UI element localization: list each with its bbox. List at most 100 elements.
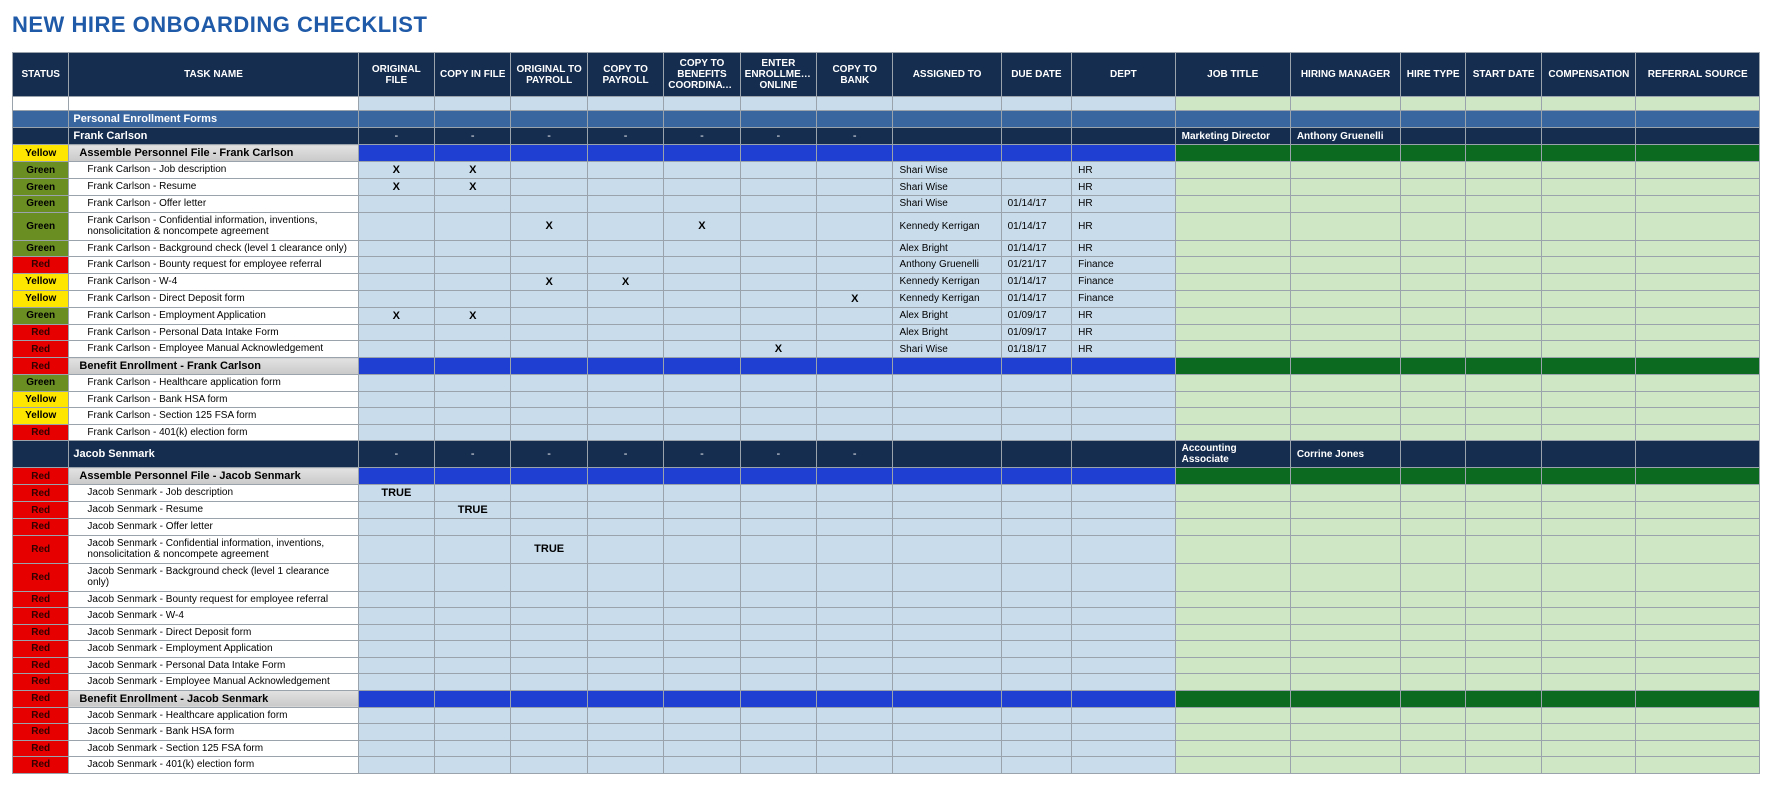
task-right[interactable] [1636, 408, 1760, 425]
group-cell[interactable] [1290, 690, 1401, 707]
group-cell[interactable] [1072, 358, 1175, 375]
task-right[interactable] [1290, 273, 1401, 290]
task-x[interactable] [740, 608, 816, 625]
task-right[interactable] [1175, 608, 1290, 625]
group-label[interactable]: Benefit Enrollment - Frank Carlson [69, 358, 358, 375]
task-right[interactable] [1290, 290, 1401, 307]
task-dept[interactable]: HR [1072, 324, 1175, 341]
task-right[interactable] [1290, 535, 1401, 563]
task-right[interactable] [1465, 162, 1541, 179]
group-status[interactable]: Yellow [13, 145, 69, 162]
task-right[interactable] [1175, 162, 1290, 179]
task-right[interactable] [1175, 257, 1290, 274]
task-assigned[interactable] [893, 424, 1001, 441]
group-cell[interactable] [1465, 145, 1541, 162]
task-x[interactable] [740, 591, 816, 608]
task-status[interactable]: Red [13, 740, 69, 757]
group-status[interactable]: Red [13, 358, 69, 375]
group-cell[interactable] [817, 468, 893, 485]
task-dept[interactable] [1072, 563, 1175, 591]
task-x[interactable] [664, 591, 740, 608]
task-dept[interactable]: HR [1072, 162, 1175, 179]
task-status[interactable]: Red [13, 502, 69, 519]
task-right[interactable] [1542, 591, 1636, 608]
task-x[interactable] [664, 485, 740, 502]
task-name[interactable]: Jacob Senmark - 401(k) election form [69, 757, 358, 774]
task-x[interactable] [435, 591, 511, 608]
group-cell[interactable] [1401, 690, 1466, 707]
group-status[interactable]: Red [13, 690, 69, 707]
task-x[interactable] [587, 591, 663, 608]
task-dept[interactable]: HR [1072, 212, 1175, 240]
task-x[interactable] [740, 657, 816, 674]
task-right[interactable] [1636, 624, 1760, 641]
task-x[interactable] [587, 563, 663, 591]
group-cell[interactable] [1001, 690, 1072, 707]
task-due[interactable] [1001, 408, 1072, 425]
task-right[interactable] [1542, 519, 1636, 536]
task-x[interactable] [587, 290, 663, 307]
task-right[interactable] [1636, 162, 1760, 179]
task-dept[interactable] [1072, 641, 1175, 658]
task-right[interactable] [1401, 257, 1466, 274]
task-x[interactable] [740, 375, 816, 392]
task-right[interactable] [1401, 502, 1466, 519]
task-x[interactable] [587, 196, 663, 213]
group-cell[interactable] [1175, 468, 1290, 485]
task-right[interactable] [1465, 273, 1541, 290]
task-status[interactable]: Green [13, 307, 69, 324]
task-x[interactable] [740, 535, 816, 563]
status-cell[interactable] [13, 111, 69, 128]
person-name[interactable]: Jacob Senmark [69, 441, 358, 468]
task-name[interactable]: Frank Carlson - Section 125 FSA form [69, 408, 358, 425]
hdr-enroll[interactable]: ENTER ENROLLMENT ONLINE [740, 53, 816, 97]
task-dept[interactable] [1072, 535, 1175, 563]
task-x[interactable] [358, 502, 434, 519]
task-right[interactable] [1175, 240, 1290, 257]
task-right[interactable] [1542, 624, 1636, 641]
task-x[interactable] [511, 391, 587, 408]
task-due[interactable] [1001, 502, 1072, 519]
task-right[interactable] [1542, 273, 1636, 290]
task-x[interactable]: X [817, 290, 893, 307]
task-due[interactable] [1001, 179, 1072, 196]
task-due[interactable]: 01/14/17 [1001, 240, 1072, 257]
task-x[interactable] [740, 502, 816, 519]
group-cell[interactable] [893, 690, 1001, 707]
task-status[interactable]: Yellow [13, 273, 69, 290]
task-right[interactable] [1636, 519, 1760, 536]
person-cell[interactable] [1542, 128, 1636, 145]
task-right[interactable] [1401, 212, 1466, 240]
task-assigned[interactable]: Shari Wise [893, 341, 1001, 358]
task-status[interactable]: Green [13, 196, 69, 213]
person-cell[interactable] [1001, 441, 1072, 468]
task-x[interactable] [358, 257, 434, 274]
task-right[interactable] [1175, 375, 1290, 392]
task-right[interactable] [1175, 324, 1290, 341]
task-name[interactable]: Jacob Senmark - Personal Data Intake For… [69, 657, 358, 674]
spacer[interactable] [1175, 97, 1290, 111]
task-right[interactable] [1175, 535, 1290, 563]
task-status[interactable]: Green [13, 240, 69, 257]
task-x[interactable] [587, 257, 663, 274]
task-assigned[interactable] [893, 608, 1001, 625]
task-right[interactable] [1401, 307, 1466, 324]
task-x[interactable] [435, 196, 511, 213]
person-dash[interactable]: - [817, 441, 893, 468]
task-x[interactable] [740, 674, 816, 691]
task-x[interactable]: X [511, 212, 587, 240]
task-x[interactable] [587, 674, 663, 691]
task-assigned[interactable]: Kennedy Kerrigan [893, 212, 1001, 240]
task-right[interactable] [1465, 324, 1541, 341]
person-dash[interactable]: - [358, 441, 434, 468]
task-right[interactable] [1175, 757, 1290, 774]
task-due[interactable] [1001, 674, 1072, 691]
group-cell[interactable] [1465, 358, 1541, 375]
group-cell[interactable] [1401, 358, 1466, 375]
task-x[interactable] [664, 563, 740, 591]
section-cell[interactable] [1542, 111, 1636, 128]
task-right[interactable] [1636, 257, 1760, 274]
group-label[interactable]: Assemble Personnel File - Frank Carlson [69, 145, 358, 162]
group-cell[interactable] [1542, 690, 1636, 707]
task-right[interactable] [1636, 485, 1760, 502]
